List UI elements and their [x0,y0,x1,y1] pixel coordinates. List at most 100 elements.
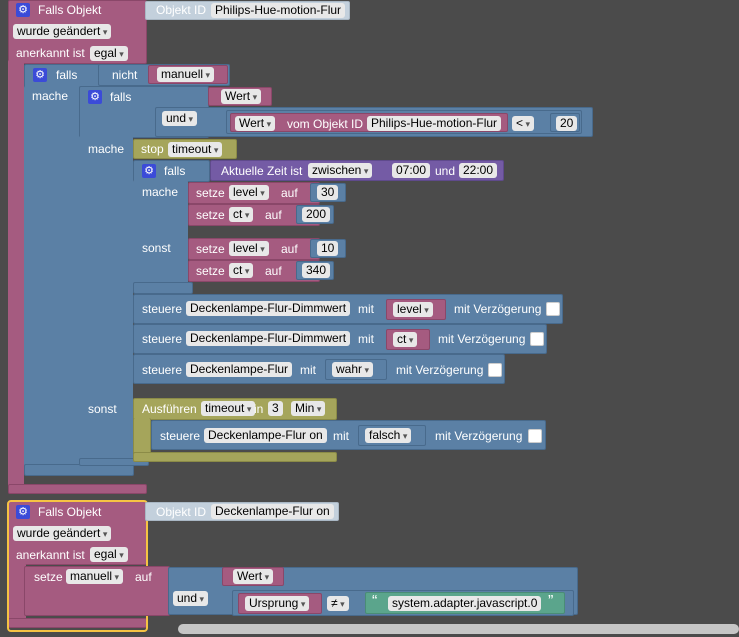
auf-label: auf [265,208,282,222]
and-operator-dropdown[interactable]: und [173,591,209,606]
in-label: in [254,402,264,416]
number-field[interactable]: 20 [556,116,578,131]
falls-label: falls [110,90,132,104]
trigger-label: Falls Objekt [38,3,102,17]
and-operator-dropdown[interactable]: und [162,111,198,126]
setze-label: setze [196,186,225,200]
mit-label: mit [358,302,374,316]
object-id-field[interactable]: Deckenlampe-Flur on [211,504,334,519]
if-block-inner-body [79,136,133,466]
object-id-label: Objekt ID [156,3,207,17]
boolean-dropdown[interactable]: falsch [365,428,412,443]
steuere-label: steuere [142,363,183,377]
delay-unit-dropdown[interactable]: Min [291,401,326,416]
mache-label: mache [142,185,179,199]
object-id-field[interactable]: Deckenlampe-Flur [186,362,293,377]
falls-label: falls [56,68,78,82]
boolean-dropdown[interactable]: wahr [332,362,374,377]
compare-operator-dropdown[interactable]: < [512,116,535,131]
time-from-field[interactable]: 07:00 [392,163,431,178]
delay-label: mit Verzögerung [396,363,484,377]
mit-label: mit [358,332,374,346]
horizontal-scrollbar[interactable] [178,624,739,634]
sonst-label: sonst [142,241,171,255]
changed-dropdown[interactable]: wurde geändert [13,526,112,541]
nicht-label: nicht [112,68,138,82]
variable-dropdown[interactable]: level [393,302,433,317]
object-id-field[interactable]: Deckenlampe-Flur on [204,428,327,443]
variable-manuell-dropdown[interactable]: manuell [157,67,215,82]
setze-label: setze [196,208,225,222]
object-id-field[interactable]: Philips-Hue-motion-Flur [367,116,502,131]
number-field[interactable]: 10 [317,241,339,256]
trigger-block-body [8,60,24,490]
text-field[interactable]: system.adapter.javascript.0 [388,596,542,611]
set-var-dropdown[interactable]: ct [229,207,254,222]
ack-dropdown[interactable]: egal [90,547,128,562]
gear-icon[interactable]: ⚙ [142,164,156,178]
gear-icon[interactable]: ⚙ [16,3,30,17]
delay-label: mit Verzögerung [435,429,523,443]
quote-close-icon: ” [548,593,554,610]
auf-label: auf [135,570,152,584]
set-var-dropdown[interactable]: level [229,241,269,256]
sonst-label: sonst [88,402,117,416]
steuere-label: steuere [142,302,183,316]
delay-amount-field[interactable]: 3 [268,401,283,416]
wert-dropdown[interactable]: Wert [233,569,274,584]
checkbox-icon[interactable] [528,429,542,443]
ack-label: anerkannt ist [16,548,85,562]
checkbox-icon[interactable] [488,363,502,377]
object-id-field[interactable]: Philips-Hue-motion-Flur [211,3,346,18]
trigger-label: Falls Objekt [38,505,102,519]
gear-icon[interactable]: ⚙ [33,68,47,82]
quote-open-icon: “ [372,593,378,610]
execute-label: Ausführen [142,402,197,416]
auf-label: auf [281,186,298,200]
gear-icon[interactable]: ⚙ [88,90,102,104]
set-var-dropdown[interactable]: level [229,185,269,200]
changed-dropdown[interactable]: wurde geändert [13,24,112,39]
setze-label: setze [34,570,63,584]
auf-label: auf [265,264,282,278]
object-id-field[interactable]: Deckenlampe-Flur-Dimmwert [186,331,351,346]
number-field[interactable]: 340 [302,263,331,278]
set-var-dropdown[interactable]: ct [229,263,254,278]
number-field[interactable]: 200 [302,207,331,222]
ack-dropdown[interactable]: egal [90,46,128,61]
aktuelle-zeit-label: Aktuelle Zeit ist [221,164,303,178]
time-to-field[interactable]: 22:00 [459,163,498,178]
state-attribute-dropdown[interactable]: Ursprung [245,596,310,611]
wert-dropdown[interactable]: Wert [221,89,262,104]
compare-operator-dropdown[interactable]: ≠ [327,596,349,611]
set-var-dropdown[interactable]: manuell [66,569,124,584]
checkbox-icon[interactable] [546,302,560,316]
gear-icon[interactable]: ⚙ [16,505,30,519]
if-time-footer [133,282,193,294]
wert-dropdown[interactable]: Wert [235,116,276,131]
mache-label: mache [32,89,69,103]
steuere-label: steuere [142,332,183,346]
setze-label: setze [196,264,225,278]
falls-label: falls [164,164,186,178]
object-id-field[interactable]: Deckenlampe-Flur-Dimmwert [186,301,351,316]
time-mode-dropdown[interactable]: zwischen [308,163,373,178]
trigger-block-footer [8,484,147,494]
mit-label: mit [300,363,316,377]
steuere-label: steuere [160,429,201,443]
mache-label: mache [88,142,125,156]
timer-dropdown[interactable]: timeout [201,401,256,416]
delay-label: mit Verzögerung [454,302,542,316]
vom-objekt-label: vom Objekt ID [287,117,364,131]
execute-timeout-footer [133,452,337,462]
und-label: und [435,164,456,178]
auf-label: auf [281,242,298,256]
execute-timeout-body [133,418,151,454]
number-field[interactable]: 30 [317,185,339,200]
object-id-label: Objekt ID [156,505,207,519]
ack-label: anerkannt ist [16,46,85,60]
variable-dropdown[interactable]: ct [393,332,418,347]
timer-dropdown[interactable]: timeout [168,142,223,157]
setze-label: setze [196,242,225,256]
checkbox-icon[interactable] [530,332,544,346]
